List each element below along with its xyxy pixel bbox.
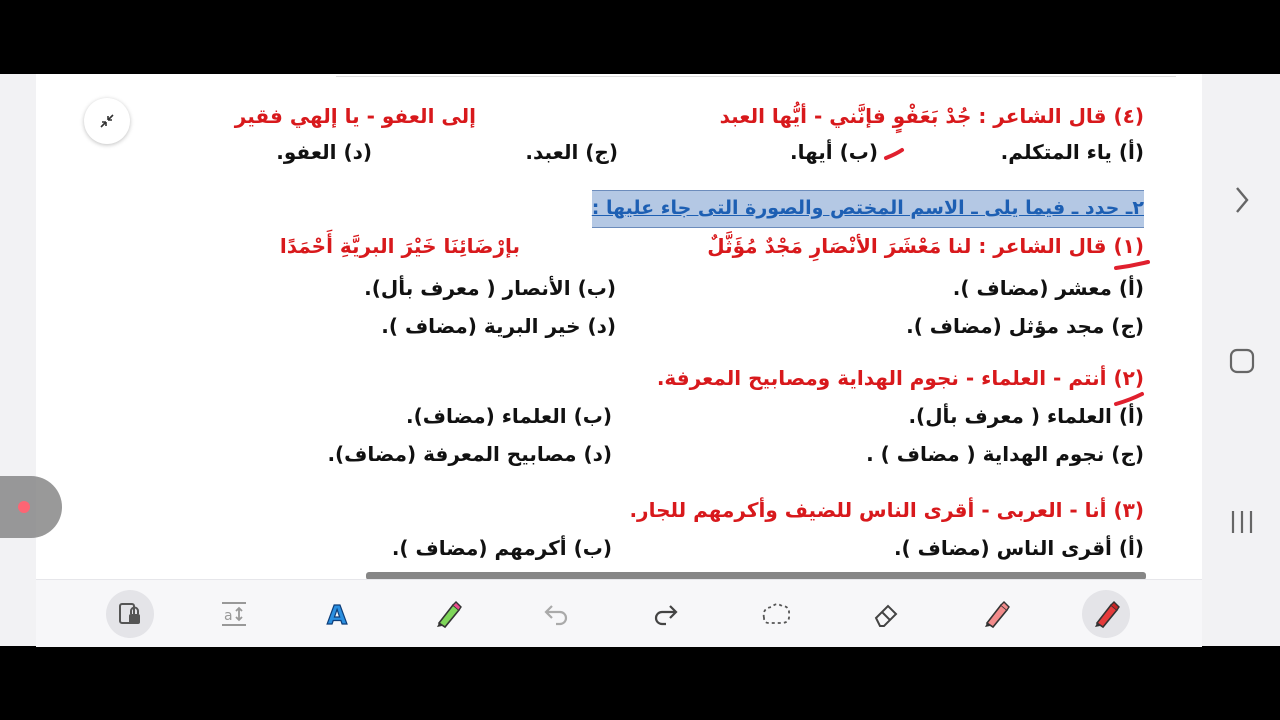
recent-apps-button[interactable] — [1222, 502, 1262, 542]
undo-button[interactable] — [532, 590, 580, 638]
pen-annotations — [884, 148, 1150, 406]
highlighter-icon — [437, 601, 462, 629]
collapse-icon — [100, 114, 114, 128]
text-size-tool-button[interactable]: a — [210, 590, 258, 638]
pen-stroke-q1 — [1114, 260, 1150, 270]
drawing-toolbar: a A — [36, 579, 1202, 647]
redo-icon — [654, 605, 678, 626]
marker-icon — [985, 601, 1010, 629]
text-style-icon: A — [326, 600, 347, 629]
pen-stroke-q2 — [1114, 392, 1144, 406]
section-heading-bar: ٢ـ حدد ـ فيما يلى ـ الاسم المختص والصورة… — [592, 190, 1144, 228]
lock-icon — [119, 603, 140, 624]
pen-tool-button[interactable] — [1082, 590, 1130, 638]
lasso-tool-button[interactable] — [752, 590, 800, 638]
pen-icon — [1095, 601, 1120, 629]
chevron-right-icon — [1236, 187, 1249, 213]
square-icon — [1229, 348, 1255, 374]
recents-icon — [1231, 511, 1253, 533]
section-heading: ٢ـ حدد ـ فيما يلى ـ الاسم المختص والصورة… — [591, 197, 1144, 219]
document-page[interactable]: (٤) قال الشاعر : جُدْ بَعَفْوٍ فإنَّني -… — [36, 74, 1202, 579]
highlighter-tool-button[interactable] — [424, 590, 472, 638]
text-size-icon: a — [222, 602, 246, 626]
marker-tool-button[interactable] — [972, 590, 1020, 638]
collapse-button[interactable] — [84, 98, 130, 144]
screen-record-button[interactable] — [0, 476, 62, 538]
redo-button[interactable] — [642, 590, 690, 638]
svg-text:A: A — [327, 601, 347, 629]
home-button[interactable] — [1222, 341, 1262, 381]
text-style-tool-button[interactable]: A — [314, 590, 362, 638]
eraser-icon — [874, 604, 898, 627]
eraser-tool-button[interactable] — [862, 590, 910, 638]
pen-stroke-q4 — [884, 148, 904, 160]
back-button[interactable] — [1222, 180, 1262, 220]
undo-icon — [544, 605, 568, 626]
lasso-icon — [762, 603, 791, 624]
lock-tool-button[interactable] — [106, 590, 154, 638]
system-nav-bar — [1202, 74, 1280, 646]
svg-text:a: a — [224, 608, 233, 624]
